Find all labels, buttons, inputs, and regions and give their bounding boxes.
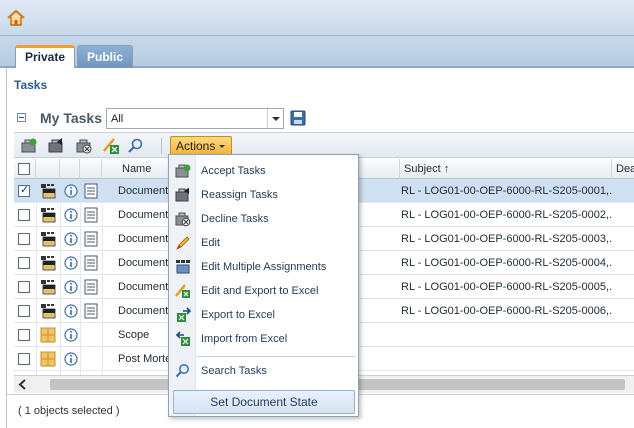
task-filter-value: All <box>111 113 124 125</box>
row-subject: RL - LOG01-00-OEP-6000-RL-S205-0002,... <box>401 209 613 221</box>
row-checkbox[interactable] <box>18 257 30 269</box>
search-icon[interactable] <box>127 137 145 155</box>
row-subject: RL - LOG01-00-OEP-6000-RL-S205-0006,... <box>401 305 613 317</box>
row-subject: RL - LOG01-00-OEP-6000-RL-S205-0003,... <box>401 233 613 245</box>
decline-task-icon[interactable] <box>75 137 93 155</box>
row-checkbox[interactable] <box>18 281 30 293</box>
menu-item-set-document-state[interactable]: Set Document State <box>173 390 355 414</box>
menu-item-edit-multiple-assignments[interactable]: Edit Multiple Assignments <box>170 255 357 279</box>
header-doc[interactable] <box>80 159 102 179</box>
menu-item-label: Reassign Tasks <box>201 189 278 201</box>
row-checkbox[interactable] <box>18 209 30 221</box>
menu-item-edit[interactable]: Edit <box>170 231 357 255</box>
menu-item-label: Edit <box>201 237 220 249</box>
menu-item-decline-tasks[interactable]: Decline Tasks <box>170 207 357 231</box>
header-select-all <box>14 159 36 179</box>
section-title: Tasks <box>14 78 48 92</box>
home-icon[interactable] <box>6 8 26 28</box>
row-checkbox[interactable] <box>18 305 30 317</box>
folder-icon <box>40 327 56 343</box>
selection-status: ( 1 objects selected ) <box>18 405 120 417</box>
accept-task-icon[interactable] <box>20 137 38 155</box>
info-icon[interactable] <box>64 328 78 342</box>
menu-item-export-to-excel[interactable]: Export to Excel <box>170 303 357 327</box>
document-icon[interactable] <box>84 303 98 319</box>
tab-private[interactable]: Private <box>15 45 76 69</box>
reassign-task-icon <box>175 187 191 203</box>
menu-item-label: Edit Multiple Assignments <box>201 261 327 273</box>
header-type[interactable] <box>36 159 60 179</box>
document-type-icon <box>40 279 56 295</box>
menu-item-search-tasks[interactable]: Search Tasks <box>170 359 357 383</box>
top-bar <box>0 0 634 36</box>
document-type-icon <box>40 303 56 319</box>
info-icon[interactable] <box>64 208 78 222</box>
info-icon[interactable] <box>64 352 78 366</box>
menu-item-label: Import from Excel <box>201 333 288 345</box>
row-subject: RL - LOG01-00-OEP-6000-RL-S205-0001,... <box>401 185 613 197</box>
row-checkbox[interactable] <box>18 233 30 245</box>
info-icon[interactable] <box>64 232 78 246</box>
row-subject: RL - LOG01-00-OEP-6000-RL-S205-0005,... <box>401 281 613 293</box>
column-deadline[interactable]: Dead <box>612 159 634 179</box>
chevron-down-icon[interactable] <box>267 109 283 128</box>
document-type-icon <box>40 207 56 223</box>
document-icon[interactable] <box>84 279 98 295</box>
task-filter-select[interactable]: All <box>106 108 284 129</box>
menu-item-label: Decline Tasks <box>201 213 269 225</box>
save-icon[interactable] <box>290 110 306 126</box>
export-excel-icon <box>175 307 192 323</box>
document-type-icon <box>40 255 56 271</box>
info-icon[interactable] <box>64 256 78 270</box>
accept-task-icon <box>175 163 191 179</box>
header-info[interactable] <box>60 159 80 179</box>
my-tasks-label: My Tasks <box>40 110 102 126</box>
document-icon[interactable] <box>84 207 98 223</box>
scroll-left-icon[interactable] <box>14 376 32 393</box>
import-excel-icon <box>175 331 191 347</box>
menu-item-edit-and-export-to-excel[interactable]: Edit and Export to Excel <box>170 279 357 303</box>
document-type-icon <box>40 183 56 199</box>
folder-icon <box>40 351 56 367</box>
menu-separator <box>197 356 355 357</box>
menu-item-label: Search Tasks <box>201 365 267 377</box>
chevron-down-icon <box>219 145 225 148</box>
reassign-task-icon[interactable] <box>47 137 65 155</box>
search-icon <box>175 363 191 379</box>
edit-excel-icon <box>175 283 191 299</box>
export-excel-icon[interactable] <box>102 137 120 155</box>
select-all-checkbox[interactable] <box>18 163 30 175</box>
row-checkbox[interactable] <box>18 353 30 365</box>
document-icon[interactable] <box>84 231 98 247</box>
row-checkbox[interactable] <box>18 329 30 341</box>
tab-public[interactable]: Public <box>77 45 134 69</box>
menu-item-import-from-excel[interactable]: Import from Excel <box>170 327 357 351</box>
decline-task-icon <box>175 211 191 227</box>
document-icon[interactable] <box>84 183 98 199</box>
row-subject: RL - LOG01-00-OEP-6000-RL-S205-0004,... <box>401 257 613 269</box>
info-icon[interactable] <box>64 184 78 198</box>
menu-item-label: Edit and Export to Excel <box>201 285 319 297</box>
menu-item-label: Set Document State <box>210 395 318 409</box>
document-icon[interactable] <box>84 255 98 271</box>
multi-assign-icon <box>175 259 191 275</box>
actions-label: Actions <box>176 139 216 153</box>
menu-item-accept-tasks[interactable]: Accept Tasks <box>170 159 357 183</box>
menu-item-reassign-tasks[interactable]: Reassign Tasks <box>170 183 357 207</box>
row-checkbox[interactable] <box>18 183 30 197</box>
menu-item-label: Export to Excel <box>201 309 275 321</box>
toolbar-separator <box>161 138 162 154</box>
actions-menu: Accept Tasks Reassign Tasks Decline Tasks E… <box>168 154 359 417</box>
info-icon[interactable] <box>64 280 78 294</box>
menu-item-label: Accept Tasks <box>201 165 266 177</box>
info-icon[interactable] <box>64 304 78 318</box>
my-tasks-header: My Tasks All <box>14 108 314 130</box>
tab-strip: Private Public <box>0 36 634 69</box>
pencil-icon <box>175 235 191 251</box>
document-type-icon <box>40 231 56 247</box>
column-subject[interactable]: Subject ↑ <box>400 159 612 179</box>
collapse-icon[interactable] <box>17 113 26 122</box>
actions-button[interactable]: Actions <box>170 136 232 156</box>
